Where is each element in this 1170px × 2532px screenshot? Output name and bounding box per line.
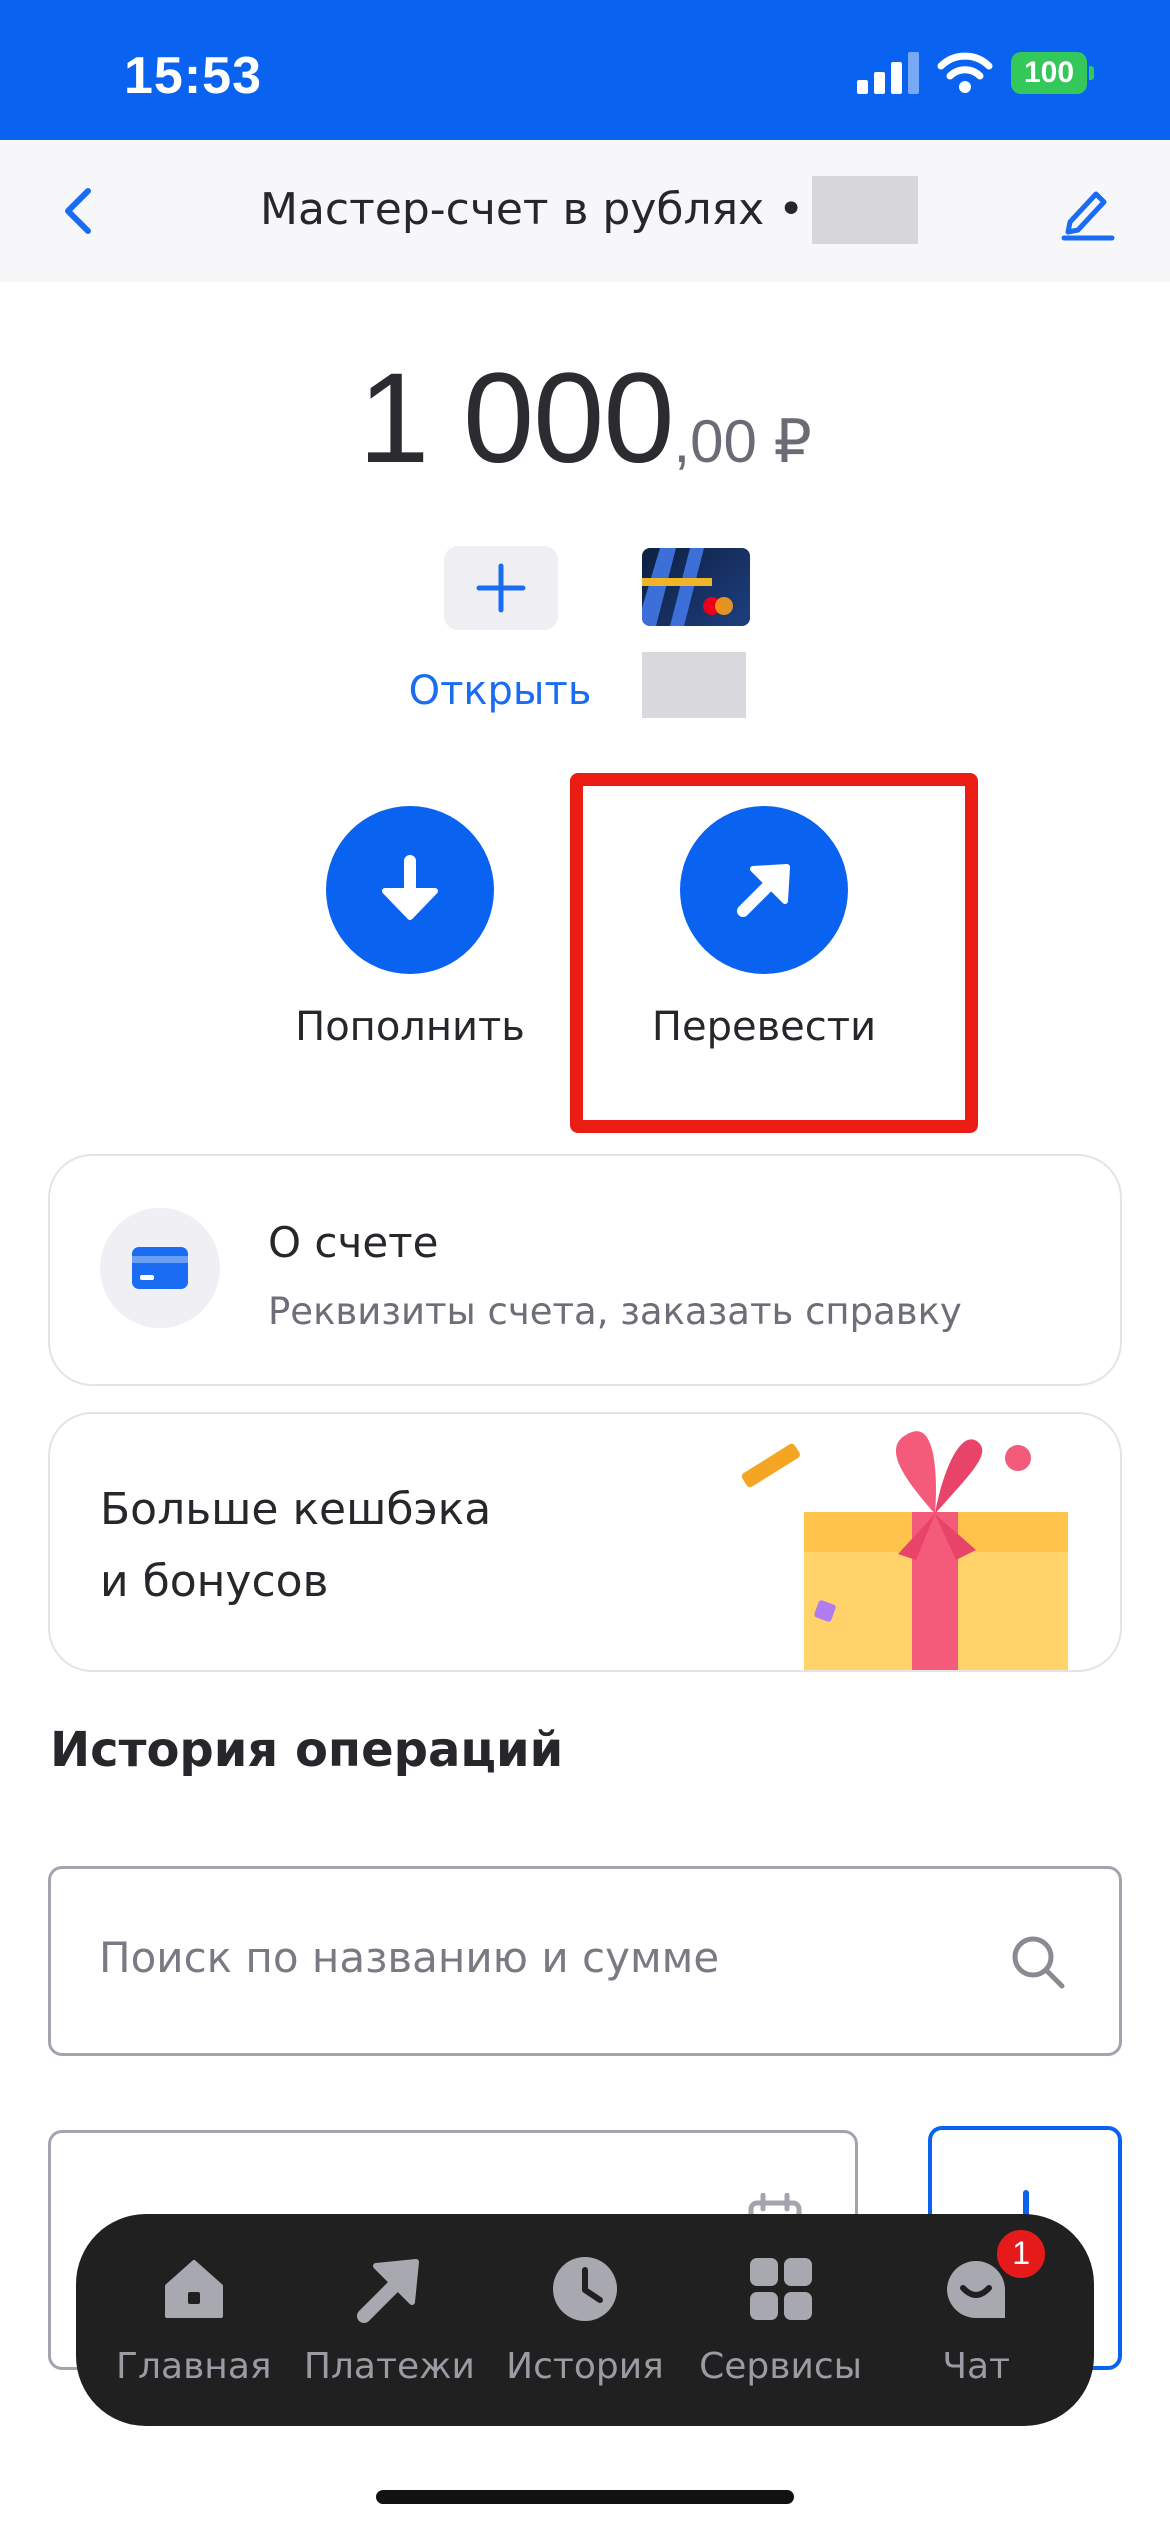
tab-home[interactable]: Главная: [99, 2254, 289, 2387]
status-bar: 15:53 100: [0, 0, 1170, 140]
account-number-mask: [812, 176, 918, 244]
gift-box-icon: [741, 1431, 1068, 1670]
topup-action[interactable]: Пополнить: [280, 806, 540, 1050]
card-icon: [132, 1247, 188, 1289]
history-title: История операций: [50, 1722, 564, 1778]
status-time: 15:53: [124, 47, 262, 105]
about-account-tile[interactable]: О счете Реквизиты счета, заказать справк…: [48, 1154, 1122, 1386]
tab-history-label: История: [506, 2345, 664, 2387]
cashback-promo-tile[interactable]: Больше кешбэка и бонусов: [48, 1412, 1122, 1672]
history-search-input[interactable]: Поиск по названию и сумме: [48, 1866, 1122, 2056]
wifi-icon: [937, 52, 993, 93]
balance-fraction: ,00 ₽: [673, 408, 812, 475]
nav-header: Мастер-счет в рублях •: [0, 140, 1170, 282]
search-placeholder: Поиск по названию и сумме: [99, 1933, 720, 1982]
home-indicator: [376, 2490, 794, 2504]
account-title: Мастер-счет в рублях •: [260, 184, 805, 235]
tab-services[interactable]: Сервисы: [686, 2254, 876, 2387]
tab-payments[interactable]: Платежи: [294, 2254, 484, 2387]
battery-level: 100: [1011, 52, 1087, 94]
tab-history[interactable]: История: [490, 2254, 680, 2387]
battery-icon: 100: [1011, 52, 1094, 94]
card-art-icon: [642, 548, 733, 626]
back-chevron-icon[interactable]: [56, 185, 104, 237]
about-account-subtitle: Реквизиты счета, заказать справку: [268, 1290, 962, 1333]
promo-line-2: и бонусов: [100, 1556, 329, 1607]
topup-button[interactable]: [326, 806, 494, 974]
about-account-title: О счете: [268, 1218, 439, 1267]
arrow-down-icon: [382, 855, 438, 920]
status-icons: 100: [857, 52, 1094, 94]
cellular-signal-icon: [857, 52, 919, 94]
home-icon: [164, 2259, 223, 2318]
clock-icon: [552, 2256, 617, 2321]
topup-label: Пополнить: [295, 1004, 525, 1050]
cashback-promo-text: Больше кешбэка и бонусов: [100, 1474, 660, 1618]
open-card-label[interactable]: Открыть: [400, 668, 600, 714]
tab-chat[interactable]: 1 Чат: [881, 2225, 1071, 2387]
transfer-highlight-box: [570, 773, 978, 1133]
tab-payments-label: Платежи: [303, 2345, 475, 2387]
edit-pencil-icon[interactable]: [1056, 180, 1118, 242]
about-account-icon-circle: [100, 1208, 220, 1328]
account-balance: 1 000,00 ₽: [0, 345, 1170, 492]
balance-integer: 1 000: [358, 347, 674, 490]
arrow-up-right-icon: [357, 2258, 420, 2323]
promo-line-1: Больше кешбэка: [100, 1484, 492, 1535]
tab-home-label: Главная: [116, 2345, 272, 2387]
bank-card-thumbnail[interactable]: [642, 548, 750, 626]
tab-chat-label: Чат: [942, 2345, 1011, 2387]
chat-unread-badge: 1: [993, 2225, 1050, 2282]
search-icon[interactable]: [1009, 1933, 1067, 1991]
grid-icon: [749, 2257, 812, 2320]
bottom-tab-bar: Главная Платежи История Сервисы 1 Чат: [76, 2214, 1094, 2426]
card-number-mask: [642, 652, 746, 718]
plus-icon: [476, 563, 526, 613]
open-card-button[interactable]: [444, 546, 558, 630]
tab-services-label: Сервисы: [699, 2345, 863, 2387]
